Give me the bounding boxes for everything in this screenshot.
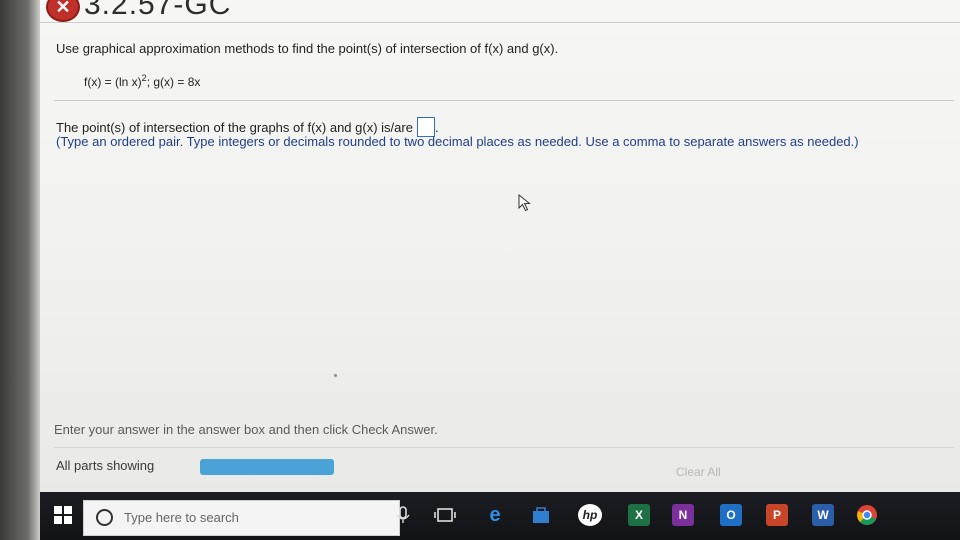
parts-progress-bar xyxy=(200,459,334,475)
search-input[interactable]: Type here to search xyxy=(124,510,239,525)
search-circle-icon xyxy=(96,509,113,526)
windows-start-icon[interactable] xyxy=(54,506,72,524)
onenote-icon[interactable]: N xyxy=(672,504,694,526)
enter-answer-message: Enter your answer in the answer box and … xyxy=(54,422,438,437)
question-number: 3.2.57-GC xyxy=(84,0,232,21)
g-definition: ; g(x) = 8x xyxy=(146,75,201,89)
microphone-icon[interactable] xyxy=(392,504,414,526)
chrome-icon[interactable] xyxy=(856,504,878,526)
question-prompt: Use graphical approximation methods to f… xyxy=(56,41,559,56)
all-parts-label: All parts showing xyxy=(56,458,155,473)
taskbar-search[interactable]: Type here to search xyxy=(83,500,400,536)
divider xyxy=(54,447,954,448)
answer-suffix: . xyxy=(434,119,439,135)
clear-all-button[interactable]: Clear All xyxy=(676,465,721,479)
powerpoint-icon[interactable]: P xyxy=(766,504,788,526)
hp-icon[interactable]: hp xyxy=(578,504,602,526)
question-screen: ✕ 3.2.57-GC Use graphical approximation … xyxy=(40,0,960,492)
excel-icon[interactable]: X xyxy=(628,504,650,526)
question-header: ✕ 3.2.57-GC xyxy=(40,0,960,23)
answer-hint: (Type an ordered pair. Type integers or … xyxy=(56,134,859,149)
store-icon[interactable] xyxy=(530,504,552,526)
word-icon[interactable]: W xyxy=(812,504,834,526)
x-circle-icon: ✕ xyxy=(46,0,80,22)
screen-speck xyxy=(334,374,337,377)
function-definitions: f(x) = (ln x)2; g(x) = 8x xyxy=(84,73,200,89)
task-view-icon[interactable] xyxy=(434,504,456,526)
mouse-cursor-icon xyxy=(518,194,531,212)
answer-prompt: The point(s) of intersection of the grap… xyxy=(56,119,413,135)
f-definition: f(x) = (ln x) xyxy=(84,75,142,89)
edge-icon[interactable]: e xyxy=(484,504,506,526)
monitor-bezel xyxy=(0,0,40,540)
divider xyxy=(54,100,954,101)
outlook-icon[interactable]: O xyxy=(720,504,742,526)
taskbar: Type here to search e hp X N O P W xyxy=(40,492,960,540)
